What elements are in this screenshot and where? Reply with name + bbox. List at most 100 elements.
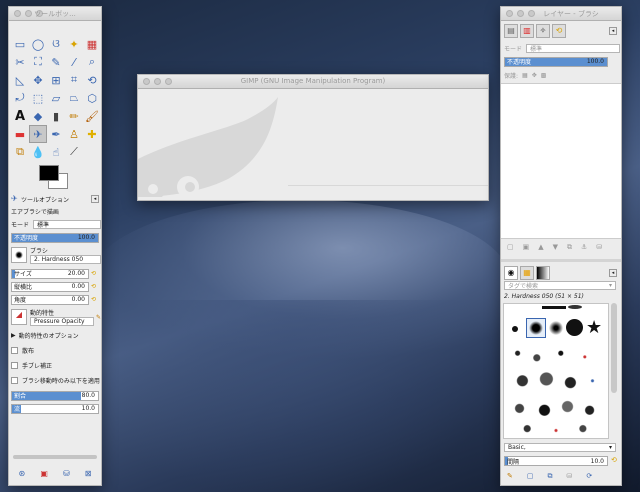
crop-icon[interactable]: ⌗ (65, 71, 83, 89)
dodge-burn-icon[interactable]: ⟋ (65, 143, 83, 161)
dynamics-options-expander[interactable]: ▶ 動的特性のオプション (11, 330, 101, 341)
channels-tab-icon[interactable]: ▥ (520, 24, 534, 38)
ellipse-select-icon[interactable]: ◯ (29, 35, 47, 53)
align-icon[interactable]: ⊞ (47, 71, 65, 89)
rect-select-icon[interactable]: ▭ (11, 35, 29, 53)
gradients-tab-icon[interactable] (536, 266, 550, 280)
size-slider[interactable]: サイズ 20.00 (11, 268, 89, 279)
angle-reset-icon[interactable]: ⟲ (91, 296, 96, 303)
reset-options-icon[interactable]: ⊠ (85, 469, 92, 481)
new-layer-icon[interactable]: ▢ (507, 243, 514, 252)
refresh-brushes-icon[interactable]: ⟳ (586, 472, 592, 481)
heal-icon[interactable]: ✚ (83, 125, 101, 143)
brush-grid-scrollbar[interactable] (611, 303, 617, 393)
color-swatches[interactable] (39, 165, 69, 191)
select-by-color-icon[interactable]: ▦ (83, 35, 101, 53)
rotate-icon[interactable]: ⤾ (11, 89, 29, 107)
brushes-tab-icon[interactable]: ◉ (504, 266, 518, 280)
fuzzy-select-icon[interactable]: ✦ (65, 35, 83, 53)
move-icon[interactable]: ✥ (29, 71, 47, 89)
opacity-slider[interactable]: 不透明度 100.0 (11, 232, 99, 243)
anchor-layer-icon[interactable]: ⚓ (581, 243, 587, 252)
toolbox-titlebar[interactable]: ツールボッ... (9, 7, 101, 21)
new-brush-icon[interactable]: ▢ (527, 472, 534, 481)
brush-item[interactable] (512, 326, 518, 332)
lock-position-icon[interactable]: ✥ (532, 72, 537, 79)
dynamics-preview[interactable]: ◢ (11, 309, 27, 325)
scissors-icon[interactable]: ✂ (11, 53, 29, 71)
lock-pixels-icon[interactable]: ▦ (522, 72, 528, 79)
lock-brush-checkbox[interactable] (11, 377, 18, 384)
dock-menu-button[interactable]: ◂ (609, 27, 617, 35)
restore-options-icon[interactable]: ▣ (40, 469, 48, 481)
close-button[interactable] (506, 10, 513, 17)
scatter-checkbox[interactable] (11, 347, 18, 354)
spacing-slider[interactable]: 間隔 10.0 (504, 456, 608, 466)
brush-select[interactable]: 2. Hardness 050 (30, 255, 101, 264)
tab-menu-button[interactable]: ◂ (91, 195, 99, 203)
pencil-icon[interactable]: ✏ (65, 107, 83, 125)
aspect-reset-icon[interactable]: ⟲ (91, 283, 96, 290)
brush-item[interactable] (549, 321, 563, 335)
smooth-checkbox[interactable] (11, 362, 18, 369)
duplicate-layer-icon[interactable]: ⧉ (567, 243, 572, 252)
delete-brush-icon[interactable]: ⛁ (567, 472, 573, 481)
scale-icon[interactable]: ⬚ (29, 89, 47, 107)
paths-icon[interactable]: ✎ (47, 53, 65, 71)
perspective-clone-icon[interactable]: ⧉ (11, 143, 29, 161)
layers-titlebar[interactable]: レイヤー - ブラシ (501, 7, 621, 21)
gradient-icon[interactable]: ▮ (47, 107, 65, 125)
measure-icon[interactable]: ◺ (11, 71, 29, 89)
aspect-slider[interactable]: 縦横比 0.00 (11, 281, 89, 292)
flow-slider[interactable]: 流 10.0 (11, 403, 99, 414)
size-reset-icon[interactable]: ⟲ (91, 270, 96, 277)
layers-tab-icon[interactable]: ▤ (504, 24, 518, 38)
airbrush-icon[interactable]: ✈ (29, 125, 47, 143)
brush-dock-menu-button[interactable]: ◂ (609, 269, 617, 277)
lock-alpha-icon[interactable]: ▩ (541, 72, 547, 79)
free-select-icon[interactable]: ଓ (47, 35, 65, 53)
brush-item[interactable] (566, 319, 583, 336)
perspective-icon[interactable]: ⏢ (65, 89, 83, 107)
delete-layer-icon[interactable]: ⛁ (596, 243, 602, 252)
spacing-reset-icon[interactable]: ⟲ (611, 456, 617, 464)
angle-slider[interactable]: 角度 0.00 (11, 294, 89, 305)
foreground-color[interactable] (39, 165, 59, 181)
brush-preview[interactable] (11, 247, 27, 263)
raise-layer-icon[interactable]: ▲ (538, 243, 543, 252)
mode-select[interactable]: 標準 (33, 220, 101, 229)
layer-mode-select[interactable]: 標準 (526, 44, 620, 53)
brush-item[interactable] (529, 321, 543, 335)
new-group-icon[interactable]: ▣ (523, 243, 530, 252)
clone-icon[interactable]: ♙ (65, 125, 83, 143)
dynamics-select[interactable]: Pressure Opacity (30, 317, 94, 326)
color-picker-icon[interactable]: ⁄ (65, 53, 83, 71)
text-icon[interactable]: A (11, 107, 29, 125)
ink-icon[interactable]: ✒ (47, 125, 65, 143)
paintbrush-icon[interactable]: 🖌 (83, 107, 101, 125)
duplicate-brush-icon[interactable]: ⧉ (548, 472, 553, 481)
zoom-icon[interactable]: ⌕ (83, 53, 101, 71)
paths-tab-icon[interactable]: ✧ (536, 24, 550, 38)
brush-set-select[interactable]: Basic, ▾ (504, 443, 616, 452)
layer-list[interactable] (501, 83, 621, 239)
brush-item[interactable] (542, 306, 566, 309)
gimp-titlebar[interactable]: GIMP (GNU Image Manipulation Program) (138, 75, 488, 89)
brush-item[interactable] (568, 305, 582, 309)
shear-icon[interactable]: ▱ (47, 89, 65, 107)
tool-options-tab[interactable]: ツールオプション (21, 195, 69, 204)
layer-opacity-slider[interactable]: 不透明度 100.0 (504, 56, 608, 67)
lower-layer-icon[interactable]: ▼ (553, 243, 558, 252)
brush-textures[interactable] (508, 344, 604, 436)
undo-tab-icon[interactable]: ⟲ (552, 24, 566, 38)
unified-transform-icon[interactable]: ⟲ (83, 71, 101, 89)
bucket-fill-icon[interactable]: ◆ (29, 107, 47, 125)
save-options-icon[interactable]: ⊛ (19, 469, 26, 481)
tag-search-input[interactable]: タグで検索 ▾ (504, 281, 616, 290)
edit-brush-icon[interactable]: ✎ (507, 472, 513, 481)
dynamics-edit-icon[interactable]: ✎ (96, 314, 101, 321)
brush-grid[interactable]: ★ (503, 303, 609, 439)
delete-options-icon[interactable]: ⛁ (63, 469, 70, 481)
eraser-icon[interactable]: ▬ (11, 125, 29, 143)
smudge-icon[interactable]: ☝ (47, 143, 65, 161)
